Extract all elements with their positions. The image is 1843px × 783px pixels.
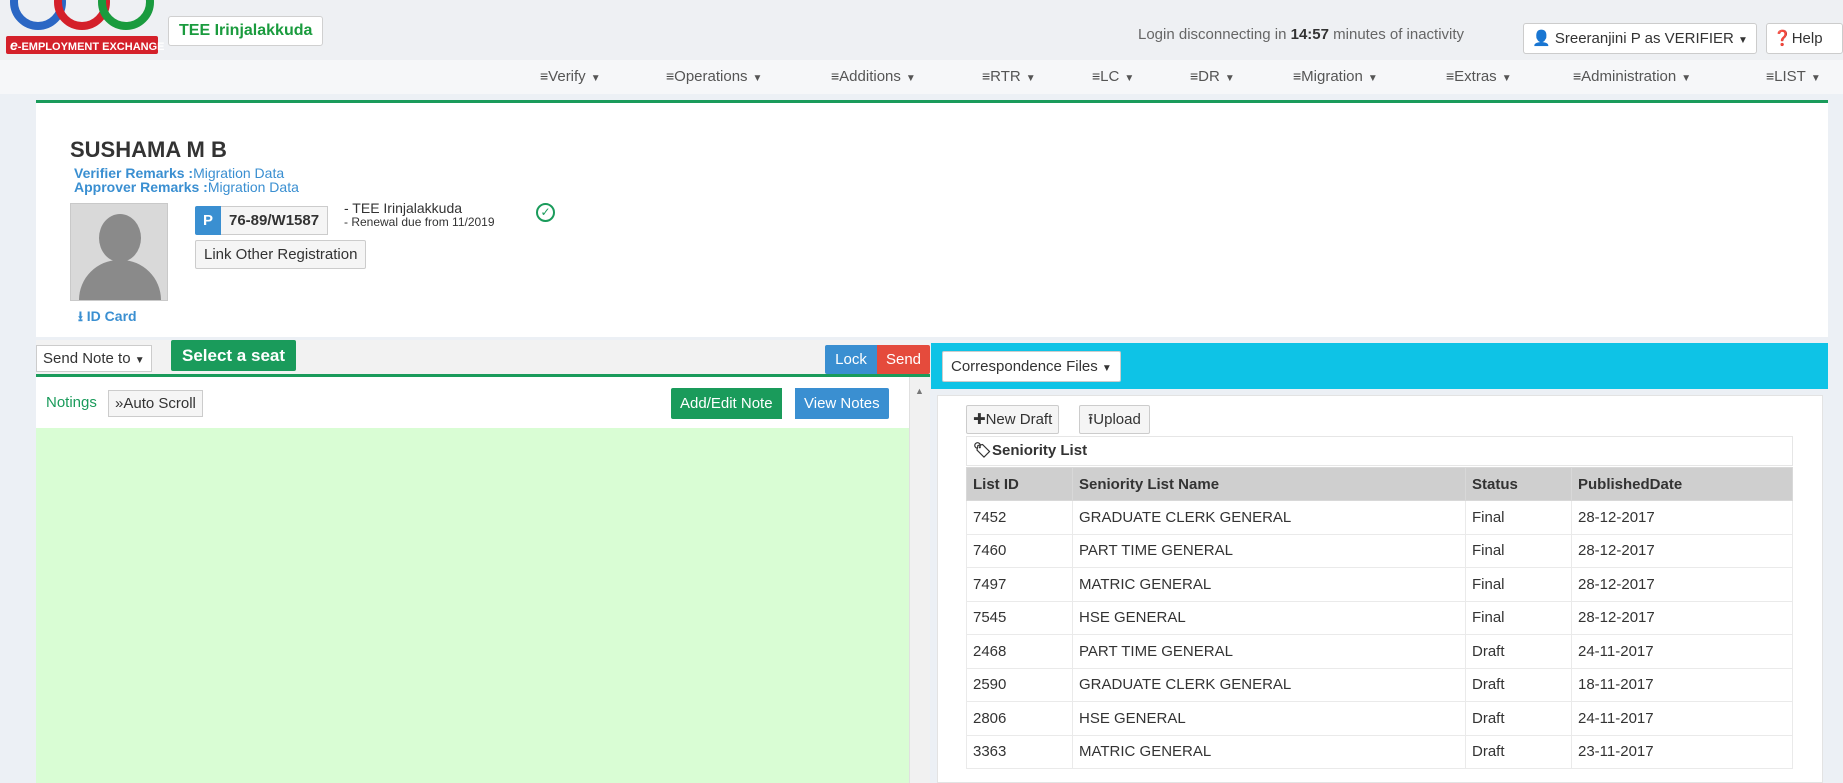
add-edit-note-button[interactable]: Add/Edit Note xyxy=(671,388,782,419)
indent-icon: ≡ xyxy=(831,68,840,84)
logo-arc-green xyxy=(98,0,154,30)
nav-migration[interactable]: ≡Migration ▼ xyxy=(1293,68,1378,85)
office-tag[interactable]: TEE Irinjalakkuda xyxy=(168,16,324,46)
download-icon: ⭳ xyxy=(78,308,83,324)
indent-icon: ≡ xyxy=(1446,68,1455,84)
lock-button[interactable]: Lock xyxy=(825,345,877,374)
indent-icon: ≡ xyxy=(1766,68,1775,84)
col-status[interactable]: Status xyxy=(1465,467,1572,501)
help-button[interactable]: ❓Help xyxy=(1766,23,1843,54)
link-other-registration-button[interactable]: Link Other Registration xyxy=(195,240,367,269)
notes-scrollbar[interactable]: ▲ xyxy=(909,377,930,783)
table-row[interactable]: 3363 MATRIC GENERAL Draft 23-11-2017 xyxy=(966,734,1793,769)
indent-icon: ≡ xyxy=(540,68,549,84)
caret-down-icon: ▼ xyxy=(1501,73,1512,84)
select-seat-button[interactable]: Select a seat xyxy=(171,340,297,371)
approver-remarks: Approver Remarks :Migration Data xyxy=(74,179,299,195)
caret-down-icon: ▼ xyxy=(1367,73,1378,84)
notings-label: Notings xyxy=(46,394,97,411)
registration-no: 76-89/W1587 xyxy=(221,206,329,235)
caret-down-icon: ▼ xyxy=(905,73,916,84)
inactivity-timer: 14:57 xyxy=(1290,26,1329,43)
scroll-up-icon[interactable]: ▲ xyxy=(915,386,924,396)
notes-area[interactable] xyxy=(36,428,909,783)
plus-icon: ✚ xyxy=(973,411,986,428)
col-list-name[interactable]: Seniority List Name xyxy=(1072,467,1466,501)
indent-icon: ≡ xyxy=(1092,68,1101,84)
id-card-link[interactable]: ⭳ ID Card xyxy=(78,306,137,330)
notes-toolbar: Send Note to ▼ Select a seat Lock Send xyxy=(36,340,930,377)
indent-icon: ≡ xyxy=(1293,68,1302,84)
caret-down-icon: ▼ xyxy=(1025,73,1036,84)
help-icon: ❓ xyxy=(1773,30,1792,47)
auto-scroll-button[interactable]: »Auto Scroll xyxy=(108,390,203,417)
top-header: e-EMPLOYMENT EXCHANGE TEE Irinjalakkuda … xyxy=(0,0,1843,60)
caret-down-icon: ▼ xyxy=(1101,363,1112,374)
correspondence-files-dropdown[interactable]: Correspondence Files ▼ xyxy=(942,351,1121,382)
nav-rtr[interactable]: ≡RTR ▼ xyxy=(982,68,1036,85)
candidate-name: SUSHAMA M B xyxy=(70,137,227,162)
table-row[interactable]: 2468 PART TIME GENERAL Draft 24-11-2017 xyxy=(966,634,1793,669)
caret-down-icon: ▼ xyxy=(590,73,601,84)
registration-type-badge: P xyxy=(195,206,221,235)
indent-icon: ≡ xyxy=(1573,68,1582,84)
upload-button[interactable]: ⭱Upload xyxy=(1079,405,1150,434)
seniority-list-table: List ID Seniority List Name Status Publi… xyxy=(966,467,1793,769)
col-list-id[interactable]: List ID xyxy=(966,467,1073,501)
caret-down-icon: ▼ xyxy=(1681,73,1692,84)
logo-text: e-EMPLOYMENT EXCHANGE xyxy=(6,36,164,54)
indent-icon: ≡ xyxy=(666,68,675,84)
registration-details: - TEE Irinjalakkuda - Renewal due from 1… xyxy=(344,200,495,229)
caret-down-icon: ▼ xyxy=(1224,73,1235,84)
tag-icon: 🏷 xyxy=(973,442,993,459)
table-row[interactable]: 2590 GRADUATE CLERK GENERAL Draft 18-11-201… xyxy=(966,667,1793,702)
new-draft-button[interactable]: ✚New Draft xyxy=(966,405,1060,434)
candidate-photo xyxy=(70,203,168,301)
send-note-dropdown[interactable]: Send Note to ▼ xyxy=(36,345,152,372)
indent-icon: ≡ xyxy=(1190,68,1199,84)
user-icon: 👤 xyxy=(1532,30,1551,47)
table-row[interactable]: 7497 MATRIC GENERAL Final 28-12-2017 xyxy=(966,567,1793,602)
caret-down-icon: ▼ xyxy=(134,355,145,366)
correspondence-panel: ✚New Draft ⭱Upload 🏷Seniority List List … xyxy=(937,395,1823,783)
user-menu-button[interactable]: 👤 Sreeranjini P as VERIFIER ▼ xyxy=(1523,23,1757,54)
caret-down-icon: ▼ xyxy=(1738,35,1748,46)
caret-down-icon: ▼ xyxy=(1810,73,1821,84)
nav-lc[interactable]: ≡LC ▼ xyxy=(1092,68,1134,85)
send-button[interactable]: Send xyxy=(877,345,930,374)
nav-verify[interactable]: ≡Verify ▼ xyxy=(540,68,601,85)
table-row[interactable]: 7545 HSE GENERAL Final 28-12-2017 xyxy=(966,600,1793,635)
nav-dr[interactable]: ≡DR ▼ xyxy=(1190,68,1235,85)
seniority-list-title: 🏷Seniority List xyxy=(966,436,1793,466)
view-notes-button[interactable]: View Notes xyxy=(795,388,889,419)
table-header-row: List ID Seniority List Name Status Publi… xyxy=(966,467,1793,501)
correspondence-toolbar: Correspondence Files ▼ xyxy=(931,343,1828,389)
nav-administration[interactable]: ≡Administration ▼ xyxy=(1573,68,1691,85)
registration-number: P 76-89/W1587 xyxy=(195,206,329,235)
inactivity-message: Login disconnecting in 14:57 minutes of … xyxy=(1138,26,1465,43)
employment-exchange-logo: e-EMPLOYMENT EXCHANGE xyxy=(6,0,164,56)
nav-additions[interactable]: ≡Additions ▼ xyxy=(831,68,916,85)
notes-header: Notings »Auto Scroll Add/Edit Note View … xyxy=(36,377,909,428)
nav-operations[interactable]: ≡Operations ▼ xyxy=(666,68,762,85)
caret-down-icon: ▼ xyxy=(752,73,763,84)
nav-list[interactable]: ≡LIST ▼ xyxy=(1766,68,1821,85)
col-published-date[interactable]: PublishedDate xyxy=(1571,467,1793,501)
table-row[interactable]: 2806 HSE GENERAL Draft 24-11-2017 xyxy=(966,701,1793,736)
main-nav: ≡Verify ▼ ≡Operations ▼ ≡Additions ▼ ≡RTR ▼ … xyxy=(0,60,1843,94)
indent-icon: ≡ xyxy=(982,68,991,84)
candidate-profile: SUSHAMA M B Verifier Remarks :Migration … xyxy=(36,100,1828,337)
caret-down-icon: ▼ xyxy=(1124,73,1135,84)
table-row[interactable]: 7452 GRADUATE CLERK GENERAL Final 28-12-201… xyxy=(966,500,1793,535)
table-row[interactable]: 7460 PART TIME GENERAL Final 28-12-2017 xyxy=(966,533,1793,568)
verified-check-icon: ✓ xyxy=(536,203,555,222)
nav-extras[interactable]: ≡Extras ▼ xyxy=(1446,68,1512,85)
